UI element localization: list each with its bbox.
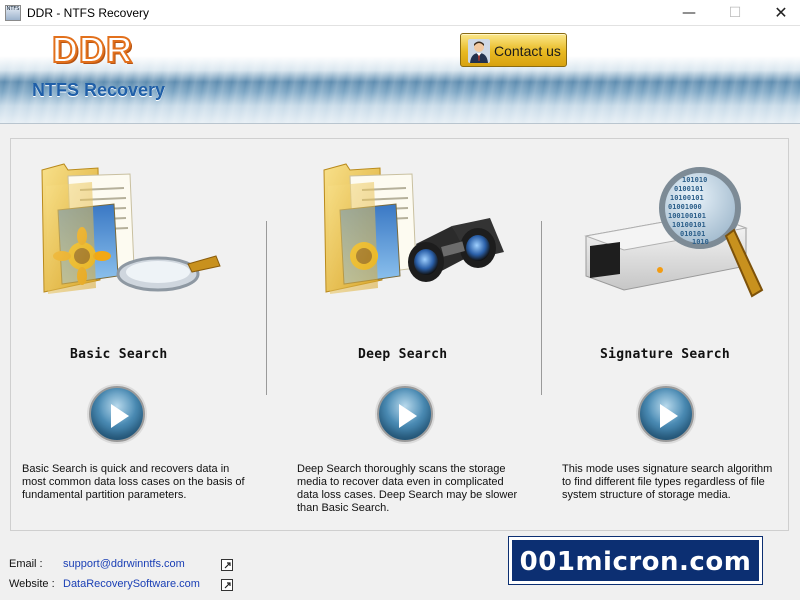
binary-text-line: 1010 [692, 238, 709, 246]
person-icon [468, 39, 490, 63]
binary-text-line: 101010 [682, 176, 707, 184]
external-link-icon[interactable] [221, 559, 233, 571]
signature-search-play-button[interactable] [638, 386, 694, 442]
title-bar: NTFS DDR - NTFS Recovery — ☐ ✕ [0, 0, 800, 26]
signature-search-description: This mode uses signature search algorith… [562, 463, 773, 501]
play-icon [111, 404, 129, 428]
column-divider [266, 221, 267, 395]
close-button[interactable]: ✕ [758, 0, 800, 26]
website-label: Website : [9, 578, 55, 590]
binary-text-line: 01001000 [668, 203, 702, 211]
drive-binary-magnifier-icon: 101010 0100101 10100101 01001000 1001001… [584, 167, 764, 298]
binary-text-line: 010101 [680, 230, 705, 238]
contact-us-label: Contact us [494, 43, 561, 59]
email-label: Email : [9, 558, 43, 570]
basic-search-title: Basic Search [70, 347, 168, 362]
deep-search-play-button[interactable] [377, 386, 433, 442]
watermark-text: 001micron.com [519, 547, 752, 577]
binary-text-line: 10100101 [672, 221, 706, 229]
basic-search-description: Basic Search is quick and recovers data … [22, 463, 245, 501]
header-banner: DDR NTFS Recovery Contact us [0, 26, 800, 124]
deep-search-description: Deep Search thoroughly scans the storage… [297, 463, 518, 514]
maximize-button[interactable]: ☐ [712, 0, 758, 26]
ddr-logo: DDR [51, 28, 133, 71]
binary-text-line: 100100101 [668, 212, 706, 220]
minimize-button[interactable]: — [666, 0, 712, 26]
column-divider [541, 221, 542, 395]
watermark-badge: 001micron.com [509, 537, 762, 584]
folder-magnifier-icon [41, 163, 221, 294]
basic-search-play-button[interactable] [89, 386, 145, 442]
product-subtitle: NTFS Recovery [32, 80, 166, 100]
app-icon: NTFS [5, 5, 21, 21]
play-icon [660, 404, 678, 428]
deep-search-title: Deep Search [358, 347, 448, 362]
play-icon [399, 404, 417, 428]
external-link-icon[interactable] [221, 579, 233, 591]
email-link[interactable]: support@ddrwinntfs.com [63, 558, 185, 570]
binary-text-line: 0100101 [674, 185, 704, 193]
signature-search-title: Signature Search [600, 347, 731, 362]
website-link[interactable]: DataRecoverySoftware.com [63, 578, 200, 590]
window-title: DDR - NTFS Recovery [27, 6, 150, 20]
binary-text-line: 10100101 [670, 194, 704, 202]
folder-binoculars-icon [323, 163, 504, 294]
contact-us-button[interactable]: Contact us [460, 33, 567, 67]
